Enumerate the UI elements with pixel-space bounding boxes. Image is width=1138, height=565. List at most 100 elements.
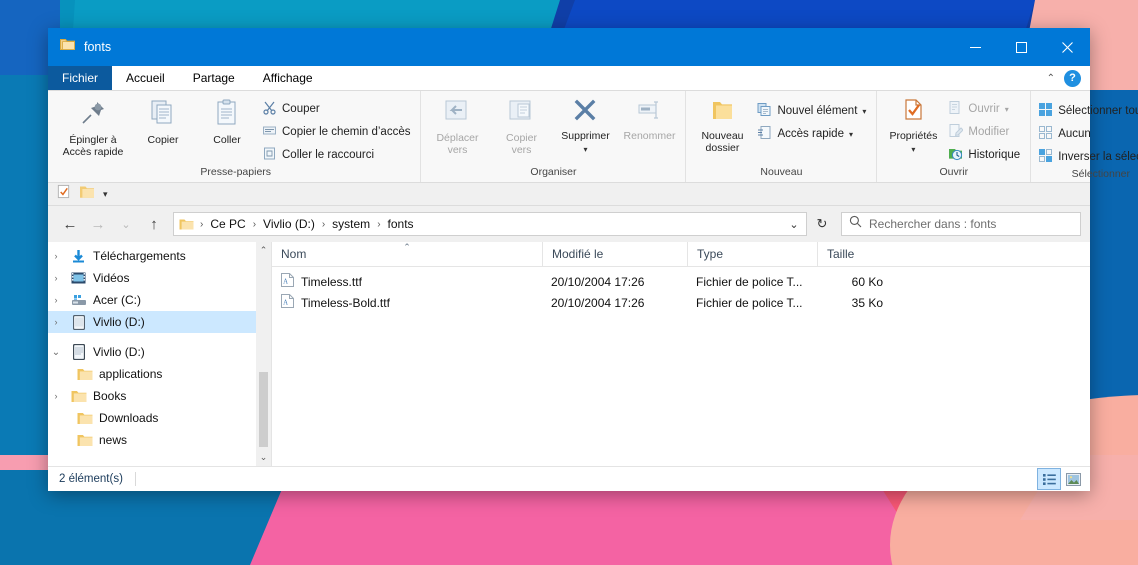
column-header-type[interactable]: Type [687,241,817,267]
properties-caret-icon[interactable]: ▾ [911,145,915,154]
copy-button[interactable]: Copier [132,95,194,149]
paste-icon [212,98,242,131]
properties-button[interactable]: Propriétés ▾ [882,95,944,157]
copy-path-button[interactable]: Copier le chemin d’accès [260,121,415,143]
breadcrumb-separator-0[interactable]: › [198,219,205,230]
ribbon-group-new: Nouveau dossier Nouvel élément ▾ Accès r… [686,91,878,182]
rename-button[interactable]: Renommer [618,95,680,145]
breadcrumb-separator-2[interactable]: › [320,219,327,230]
large-icons-view-button[interactable] [1062,469,1084,489]
file-type-cell: Fichier de police T... [696,295,803,310]
sidebar-item-telechargements[interactable]: › Téléchargements [48,245,271,267]
cut-button[interactable]: Couper [260,98,415,120]
new-item-button[interactable]: Nouvel élément ▾ [755,100,871,122]
open-button[interactable]: Ouvrir ▾ [946,98,1025,120]
breadcrumb-dropdown-icon[interactable]: ⌄ [784,213,804,235]
navpane-scrollbar[interactable]: ⌃ ⌄ [256,242,271,466]
breadcrumb-separator-3[interactable]: › [375,219,382,230]
search-input[interactable]: Rechercher dans : fonts [869,217,996,231]
new-folder-button[interactable]: Nouveau dossier [691,95,753,157]
invert-selection-button[interactable]: Inverser la sélection [1036,146,1138,168]
tab-accueil[interactable]: Accueil [112,66,179,90]
expander-icon[interactable]: › [48,273,64,283]
maximize-button[interactable] [998,28,1044,66]
up-button[interactable]: ↑ [141,211,167,237]
copy-to-icon [506,98,536,129]
sidebar-item-vivlio-d-device[interactable]: › Vivlio (D:) [48,311,271,333]
table-row[interactable]: A Timeless-Bold.ttf 20/10/2004 17:26 Fic… [272,292,1090,313]
sidebar-item-applications[interactable]: applications [48,363,271,385]
new-folder-label: Nouveau dossier [701,130,744,155]
copy-to-button[interactable]: Copier vers [490,95,552,159]
minimize-button[interactable] [952,28,998,66]
expander-icon[interactable]: › [48,295,64,305]
qa-new-folder-icon[interactable] [79,185,95,204]
sidebar-item-label: Vivlio (D:) [93,345,145,359]
breadcrumb-item-system[interactable]: system [328,215,374,233]
expander-icon[interactable]: › [48,317,64,327]
edit-icon [948,123,965,141]
scroll-down-icon[interactable]: ⌄ [260,449,268,466]
breadcrumb-item-fonts[interactable]: fonts [384,215,418,233]
column-header-size[interactable]: Taille [817,241,895,267]
sidebar-item-downloads[interactable]: Downloads [48,407,271,429]
quick-access-caret-icon[interactable]: ▾ [849,130,853,139]
folder-icon [76,368,93,381]
history-button[interactable]: Historique [946,144,1025,166]
tab-partage[interactable]: Partage [179,66,249,90]
delete-button[interactable]: Supprimer ▾ [554,95,616,157]
scrollbar-thumb[interactable] [259,372,268,447]
search-box[interactable]: Rechercher dans : fonts [841,212,1081,236]
forward-button[interactable]: → [85,211,111,237]
sidebar-item-label: Downloads [99,411,159,425]
sidebar-item-videos[interactable]: › Vidéos [48,267,271,289]
title-bar[interactable]: fonts [48,28,1090,66]
tab-affichage[interactable]: Affichage [249,66,327,90]
column-header-modified[interactable]: Modifié le [542,241,687,267]
help-icon[interactable]: ? [1064,69,1081,87]
breadcrumb-separator-1[interactable]: › [251,219,258,230]
sidebar-item-news[interactable]: news [48,429,271,451]
breadcrumb-item-vivlio-d[interactable]: Vivlio (D:) [259,215,319,233]
scroll-up-icon[interactable]: ⌃ [260,242,268,259]
details-view-button[interactable] [1037,468,1061,490]
sidebar-item-label: applications [99,367,163,381]
status-divider [134,472,136,486]
breadcrumb[interactable]: › Ce PC › Vivlio (D:) › system › fonts ⌄ [173,212,807,236]
qa-properties-icon[interactable] [56,184,71,204]
recent-locations-button[interactable]: ⌄ [113,211,139,237]
invert-selection-icon [1038,148,1053,166]
close-button[interactable] [1044,28,1090,66]
file-name: Timeless-Bold.ttf [301,295,390,310]
expander-icon[interactable]: ⌄ [48,347,64,358]
quick-access-button[interactable]: Accès rapide ▾ [755,123,871,145]
column-header-name[interactable]: ⌃ Nom [272,242,542,267]
qa-customize-dropdown-icon[interactable]: ▾ [103,189,108,200]
select-all-button[interactable]: Sélectionner tout [1036,100,1138,122]
delete-caret-icon[interactable]: ▾ [583,145,587,154]
sidebar-item-books[interactable]: › Books [48,385,271,407]
pin-to-quick-access-button[interactable]: Épingler à Accès rapide [56,95,130,161]
column-header-label: Nom [281,247,307,261]
back-button[interactable]: ← [57,211,83,237]
paste-shortcut-button[interactable]: Coller le raccourci [260,144,415,166]
paste-label: Coller [213,134,241,147]
sidebar-item-vivlio-d-root[interactable]: ⌄ Vivlio (D:) [48,341,271,363]
select-none-button[interactable]: Aucun [1036,123,1138,145]
tab-fichier[interactable]: Fichier [48,66,113,90]
new-item-caret-icon[interactable]: ▾ [862,107,866,116]
move-to-button[interactable]: Déplacer vers [426,95,488,159]
sidebar-item-acer-c[interactable]: › Acer (C:) [48,289,271,311]
expander-icon[interactable]: › [48,251,64,261]
breadcrumb-item-ce-pc[interactable]: Ce PC [206,215,249,233]
table-row[interactable]: A Timeless.ttf 20/10/2004 17:26 Fichier … [272,271,1090,292]
invert-selection-label: Inverser la sélection [1058,151,1138,163]
refresh-button[interactable]: ↻ [809,212,835,236]
edit-button[interactable]: Modifier [946,121,1025,143]
expander-icon[interactable]: › [48,391,64,401]
chevron-up-icon[interactable]: ⌃ [1047,73,1055,84]
open-caret-icon[interactable]: ▾ [1005,105,1009,114]
paste-button[interactable]: Coller [196,95,258,149]
move-to-icon [442,98,472,129]
